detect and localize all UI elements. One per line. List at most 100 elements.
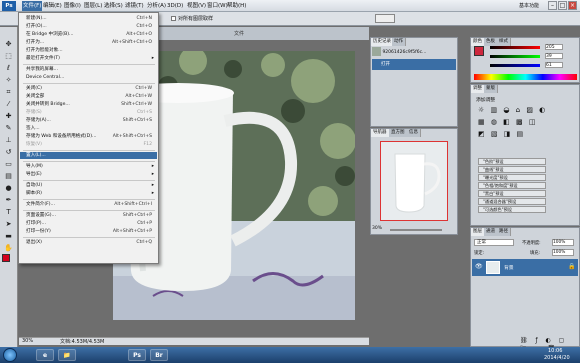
menu-item[interactable]: 滤镜(T) [124, 1, 145, 11]
eyedropper-tool-icon[interactable]: ⁄ [3, 100, 14, 109]
pen-tool-icon[interactable]: ✒ [3, 196, 14, 205]
file-menu-item[interactable]: 退出(X) Ctrl+Q [20, 239, 157, 246]
hand-tool-icon[interactable]: ✋ [3, 244, 14, 253]
file-menu-item[interactable]: 导出(E) ▸ [20, 171, 157, 178]
clone-stamp-tool-icon[interactable]: ⊥ [3, 136, 14, 145]
sample-all-layers-checkbox[interactable] [171, 16, 176, 21]
zoom-level[interactable]: 30% [22, 338, 33, 344]
file-menu-item[interactable]: 导入(M) ▸ [20, 163, 157, 170]
blue-value[interactable]: 61 [545, 62, 563, 68]
marquee-tool-icon[interactable]: ⬚ [3, 52, 14, 61]
menu-item[interactable]: 文件(F) [22, 1, 43, 11]
file-menu-item[interactable]: 打开为... Alt+Shift+Ctrl+O [20, 39, 157, 46]
adjustment-icons-row-3[interactable]: ◩ ▧ ◨ ▤ [478, 130, 525, 138]
red-value[interactable]: 205 [545, 44, 563, 50]
file-menu-item[interactable]: 关闭全部 Alt+Ctrl+W [20, 93, 157, 100]
maximize-icon[interactable]: □ [558, 1, 567, 10]
preset-curves[interactable]: "曲线"预设 [478, 166, 546, 173]
tab-adjustments[interactable]: 调整 [471, 85, 485, 93]
eraser-tool-icon[interactable]: ▭ [3, 160, 14, 169]
tab-actions[interactable]: 动作 [392, 38, 406, 46]
history-brush-tool-icon[interactable]: ↺ [3, 148, 14, 157]
magic-wand-tool-icon[interactable]: ✧ [3, 76, 14, 85]
path-selection-tool-icon[interactable]: ➤ [3, 220, 14, 229]
file-menu-item[interactable]: 在 Bridge 中浏览(B)... Alt+Ctrl+O [20, 31, 157, 38]
refine-edge-button[interactable] [375, 14, 395, 23]
blend-mode-select[interactable]: 正常 [474, 239, 514, 246]
history-item[interactable]: 打开 [372, 59, 456, 70]
preset-black-white[interactable]: "黑白"预设 [478, 190, 546, 197]
file-menu-item[interactable]: 打开(O)... Ctrl+O [20, 23, 157, 30]
menu-item[interactable]: 编辑(E) [42, 1, 63, 11]
tab-navigator[interactable]: 导航器 [371, 129, 390, 137]
menu-item[interactable]: 3D(D) [166, 1, 184, 11]
tab-paths[interactable]: 路径 [497, 228, 511, 236]
tab-channels[interactable]: 通道 [484, 228, 498, 236]
file-menu-item[interactable]: 恢复(V) F12 [20, 141, 157, 148]
shape-tool-icon[interactable]: ▬ [3, 232, 14, 241]
tab-history[interactable]: 历史记录 [371, 38, 394, 46]
clock-date[interactable]: 2014/4/20 [544, 355, 570, 361]
tab-info[interactable]: 信息 [407, 129, 421, 137]
taskbar-app-button[interactable]: Br [150, 349, 168, 361]
file-menu-item[interactable]: 签入... [20, 125, 157, 132]
red-slider[interactable] [490, 46, 540, 49]
taskbar-app-button[interactable]: 📁 [58, 349, 76, 361]
start-button[interactable] [3, 348, 17, 362]
color-spectrum-bar[interactable] [474, 74, 577, 80]
file-menu-item[interactable]: Device Central... [20, 74, 157, 81]
file-menu-item[interactable]: 置入(L)... [20, 152, 157, 159]
adjustment-icons-row-1[interactable]: ☼ ▥ ◒ ⌂ ▨ ◐ [478, 106, 547, 114]
type-tool-icon[interactable]: T [3, 208, 14, 217]
healing-brush-tool-icon[interactable]: ✚ [3, 112, 14, 121]
preset-selective-color[interactable]: "可选颜色"预设 [478, 206, 546, 213]
close-icon[interactable]: × [568, 1, 577, 10]
file-menu-item[interactable]: 打开为智能对象... [20, 47, 157, 54]
menu-item[interactable]: 选择(S) [103, 1, 124, 11]
file-menu-item[interactable]: 存储(S) Ctrl+S [20, 109, 157, 116]
navigator-zoom-slider[interactable] [390, 229, 442, 231]
gradient-tool-icon[interactable]: ▤ [3, 172, 14, 181]
crop-tool-icon[interactable]: ⌗ [3, 88, 14, 97]
navigator-zoom[interactable]: 30% [372, 226, 382, 231]
file-menu-item[interactable]: 最近打开文件(T) ▸ [20, 55, 157, 62]
color-preview-swatch[interactable] [474, 46, 484, 56]
taskbar-app-button[interactable]: e [36, 349, 54, 361]
preset-hue-saturation[interactable]: "色相/饱和度"预设 [478, 182, 546, 189]
clock-time[interactable]: 10:06 [548, 348, 562, 354]
tab-styles[interactable]: 样式 [497, 38, 511, 46]
layer-name[interactable]: 背景 [504, 264, 514, 271]
tab-color[interactable]: 颜色 [471, 38, 485, 46]
menu-item[interactable]: 分析(A) [146, 1, 167, 11]
tab-masks[interactable]: 蒙版 [484, 85, 498, 93]
brush-tool-icon[interactable]: ✎ [3, 124, 14, 133]
file-menu-item[interactable]: 共享我的屏幕... [20, 66, 157, 73]
dodge-tool-icon[interactable]: ● [3, 184, 14, 193]
layer-visibility-icon[interactable]: 👁 [475, 263, 483, 270]
foreground-color-swatch[interactable] [2, 254, 10, 262]
preset-channel-mixer[interactable]: "通道混合器"预设 [478, 198, 546, 205]
file-menu-item[interactable]: 脚本(R) ▸ [20, 190, 157, 197]
menu-item[interactable]: 视图(V) [186, 1, 207, 11]
green-value[interactable]: 39 [545, 53, 563, 59]
tab-layers[interactable]: 图层 [471, 228, 485, 236]
preset-exposure[interactable]: "曝光度"预设 [478, 174, 546, 181]
file-menu-item[interactable]: 文件简介(F)... Alt+Shift+Ctrl+I [20, 201, 157, 208]
tab-histogram[interactable]: 直方图 [389, 129, 408, 137]
green-slider[interactable] [490, 55, 540, 58]
opacity-value[interactable]: 100% [552, 239, 574, 246]
history-snapshot[interactable]: 92061426c9f5f6c... [372, 47, 456, 58]
file-menu-item[interactable]: 存储为 Web 和设备所用格式(D)... Alt+Shift+Ctrl+S [20, 133, 157, 140]
workspace-switcher[interactable]: 基本功能 [514, 1, 544, 11]
navigator-thumbnail[interactable] [380, 141, 448, 221]
fill-value[interactable]: 100% [552, 249, 574, 256]
file-menu-item[interactable]: 关闭并转到 Bridge... Shift+Ctrl+W [20, 101, 157, 108]
menu-item[interactable]: 图像(I) [63, 1, 82, 11]
file-menu-item[interactable]: 关闭(C) Ctrl+W [20, 85, 157, 92]
file-menu-item[interactable]: 存储为(A)... Shift+Ctrl+S [20, 117, 157, 124]
blue-slider[interactable] [490, 64, 540, 67]
file-menu-item[interactable]: 自动(U) ▸ [20, 182, 157, 189]
lasso-tool-icon[interactable]: ℓ [3, 64, 14, 73]
preset-levels[interactable]: "色阶"预设 [478, 158, 546, 165]
adjustment-icons-row-2[interactable]: ▦ ◍ ◧ ▩ ◫ [478, 118, 537, 126]
